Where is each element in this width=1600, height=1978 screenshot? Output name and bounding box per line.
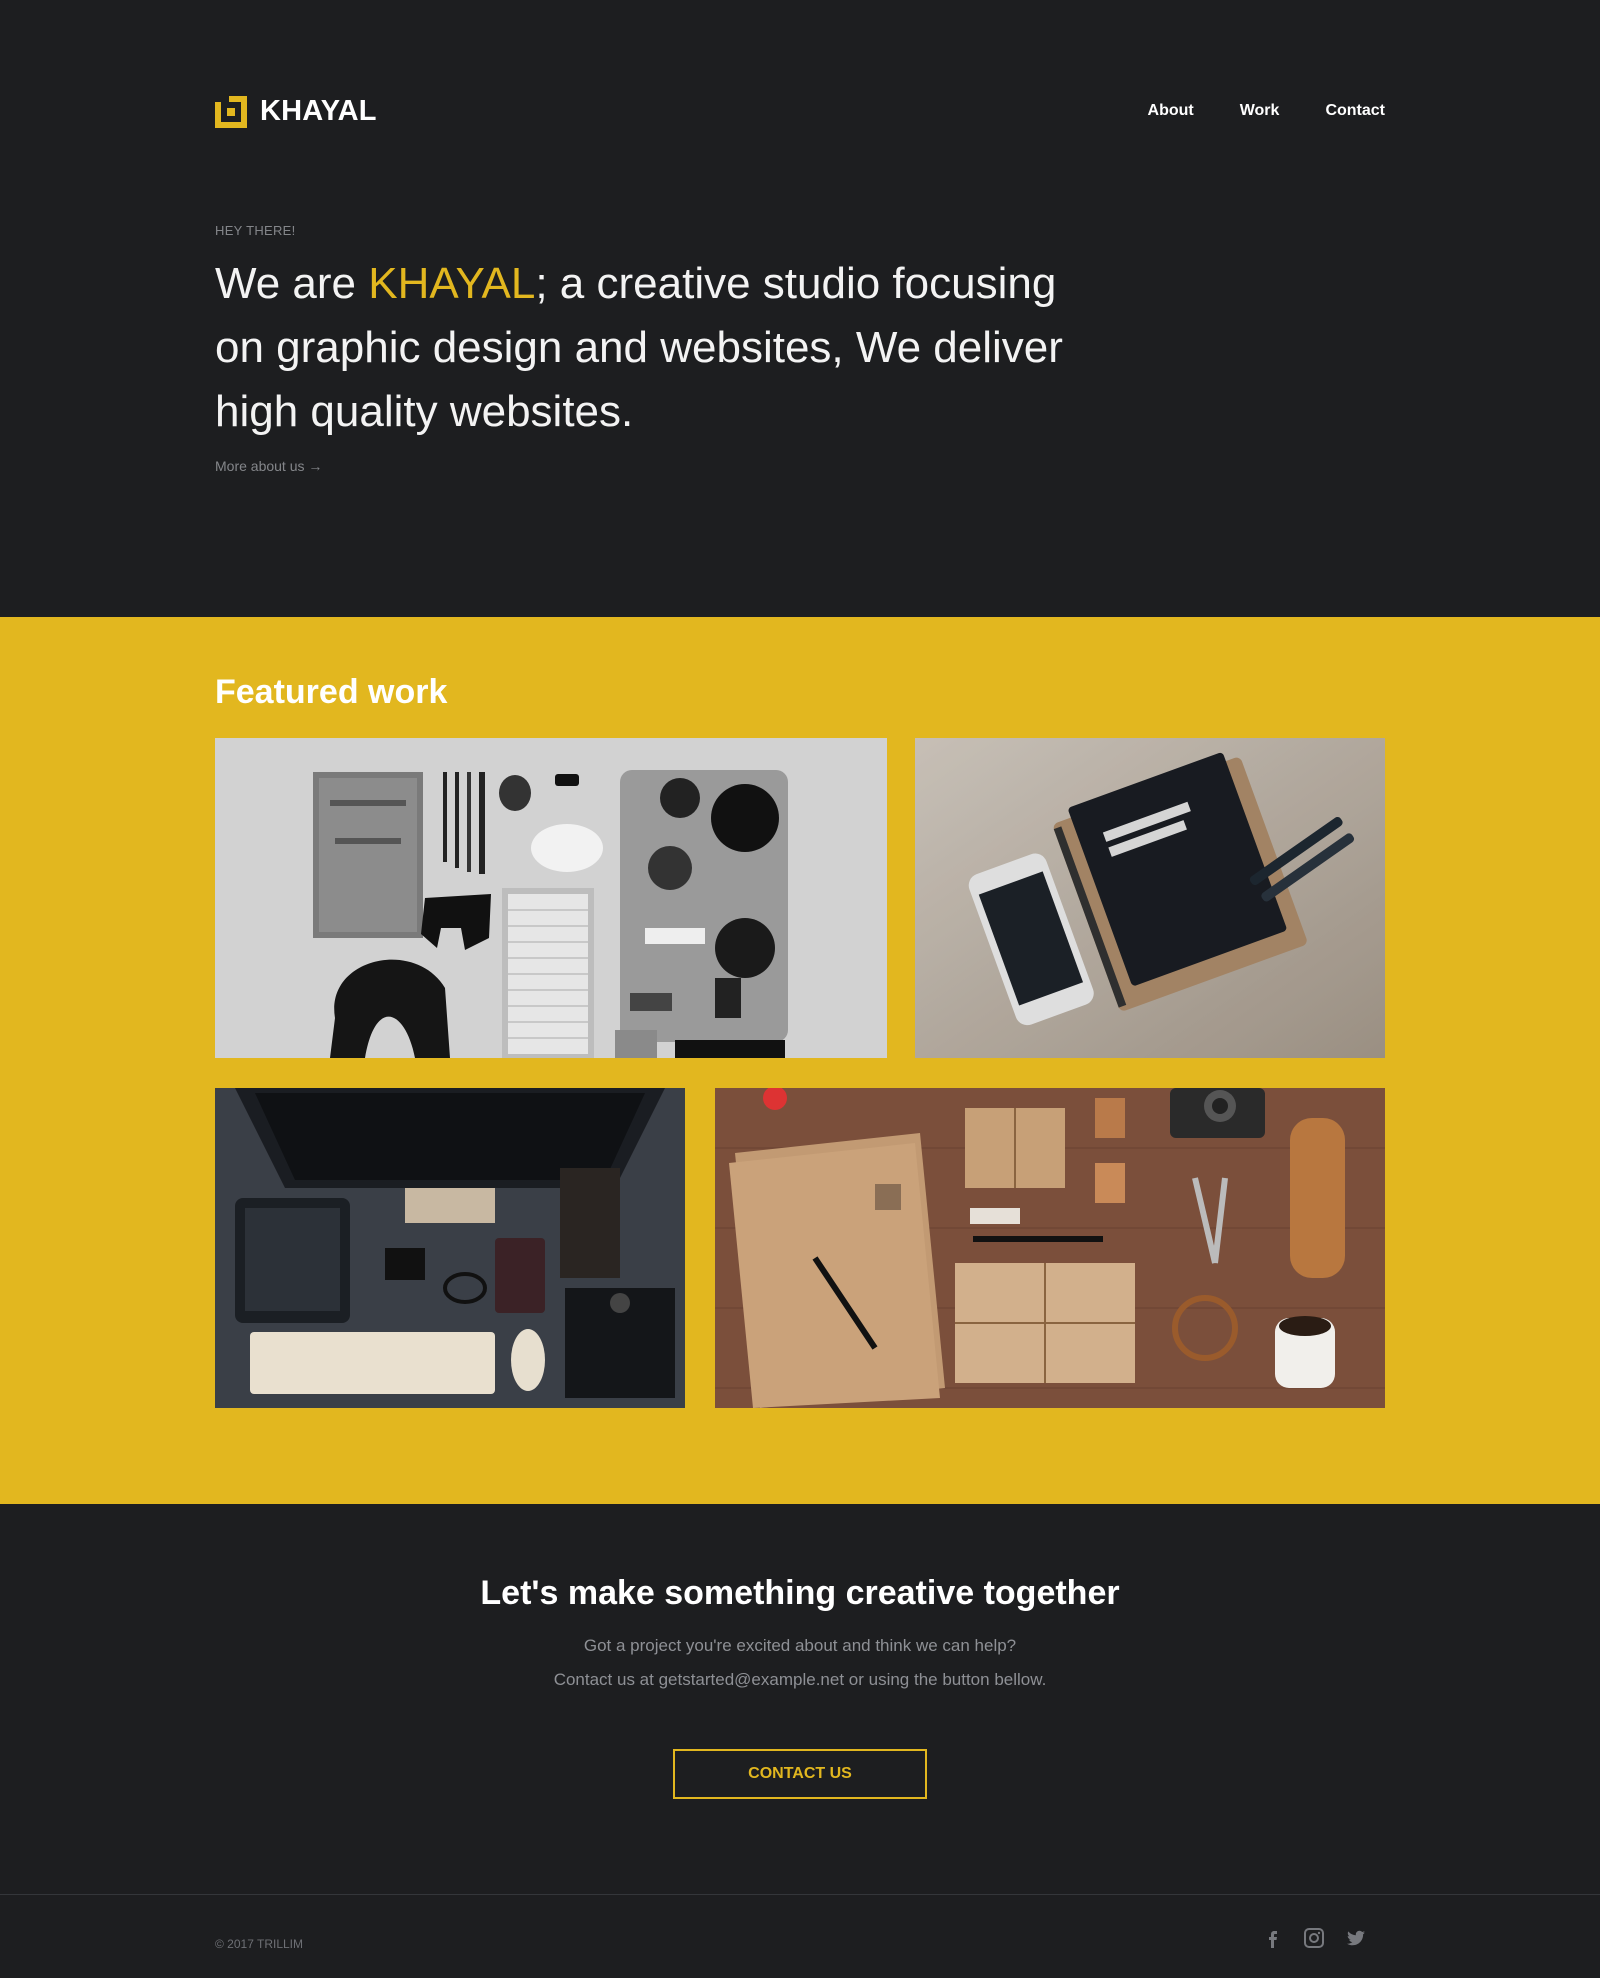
featured-title: Featured work <box>215 673 448 711</box>
work-card-workstation[interactable] <box>215 1088 685 1408</box>
main-nav: About Work Contact <box>1148 102 1385 120</box>
nav-contact[interactable]: Contact <box>1325 102 1385 120</box>
copyright-text: © 2017 TRILLIM <box>215 1937 303 1951</box>
cta-section: Let's make something creative together G… <box>0 1504 1600 1894</box>
featured-section: Featured work <box>0 617 1600 1504</box>
instagram-icon[interactable] <box>1303 1927 1325 1949</box>
nav-about[interactable]: About <box>1148 102 1194 120</box>
computer-setup-photo <box>215 1088 685 1408</box>
notebook-phone-photo <box>915 738 1385 1058</box>
stationery-photo <box>715 1088 1385 1408</box>
headline-prefix: We are <box>215 259 369 308</box>
more-about-link[interactable]: More about us → <box>215 458 322 474</box>
hero-eyebrow: HEY THERE! <box>215 223 296 238</box>
cta-line-1: Got a project you're excited about and t… <box>583 1636 1017 1655</box>
work-card-field-notes[interactable] <box>915 738 1385 1058</box>
work-card-stationery[interactable] <box>715 1088 1385 1408</box>
hero-headline: We are KHAYAL; a creative studio focusin… <box>215 252 1115 444</box>
work-card-desk-flatlay[interactable] <box>215 738 887 1058</box>
facebook-icon[interactable] <box>1261 1927 1283 1949</box>
cta-line-2: Contact us at getstarted@example.net or … <box>553 1670 1047 1689</box>
logo[interactable]: KHAYAL <box>215 95 377 128</box>
hero-section: KHAYAL About Work Contact HEY THERE! We … <box>0 0 1600 617</box>
contact-us-button[interactable]: CONTACT US <box>673 1749 927 1799</box>
headline-brand: KHAYAL <box>368 259 536 308</box>
social-links <box>1261 1927 1367 1949</box>
logo-text: KHAYAL <box>260 95 377 127</box>
twitter-icon[interactable] <box>1345 1927 1367 1949</box>
workspace-grayscale-photo <box>215 738 887 1058</box>
logo-icon <box>215 95 247 128</box>
cta-title: Let's make something creative together <box>480 1574 1120 1612</box>
nav-work[interactable]: Work <box>1240 102 1280 120</box>
footer: © 2017 TRILLIM <box>0 1894 1600 1978</box>
